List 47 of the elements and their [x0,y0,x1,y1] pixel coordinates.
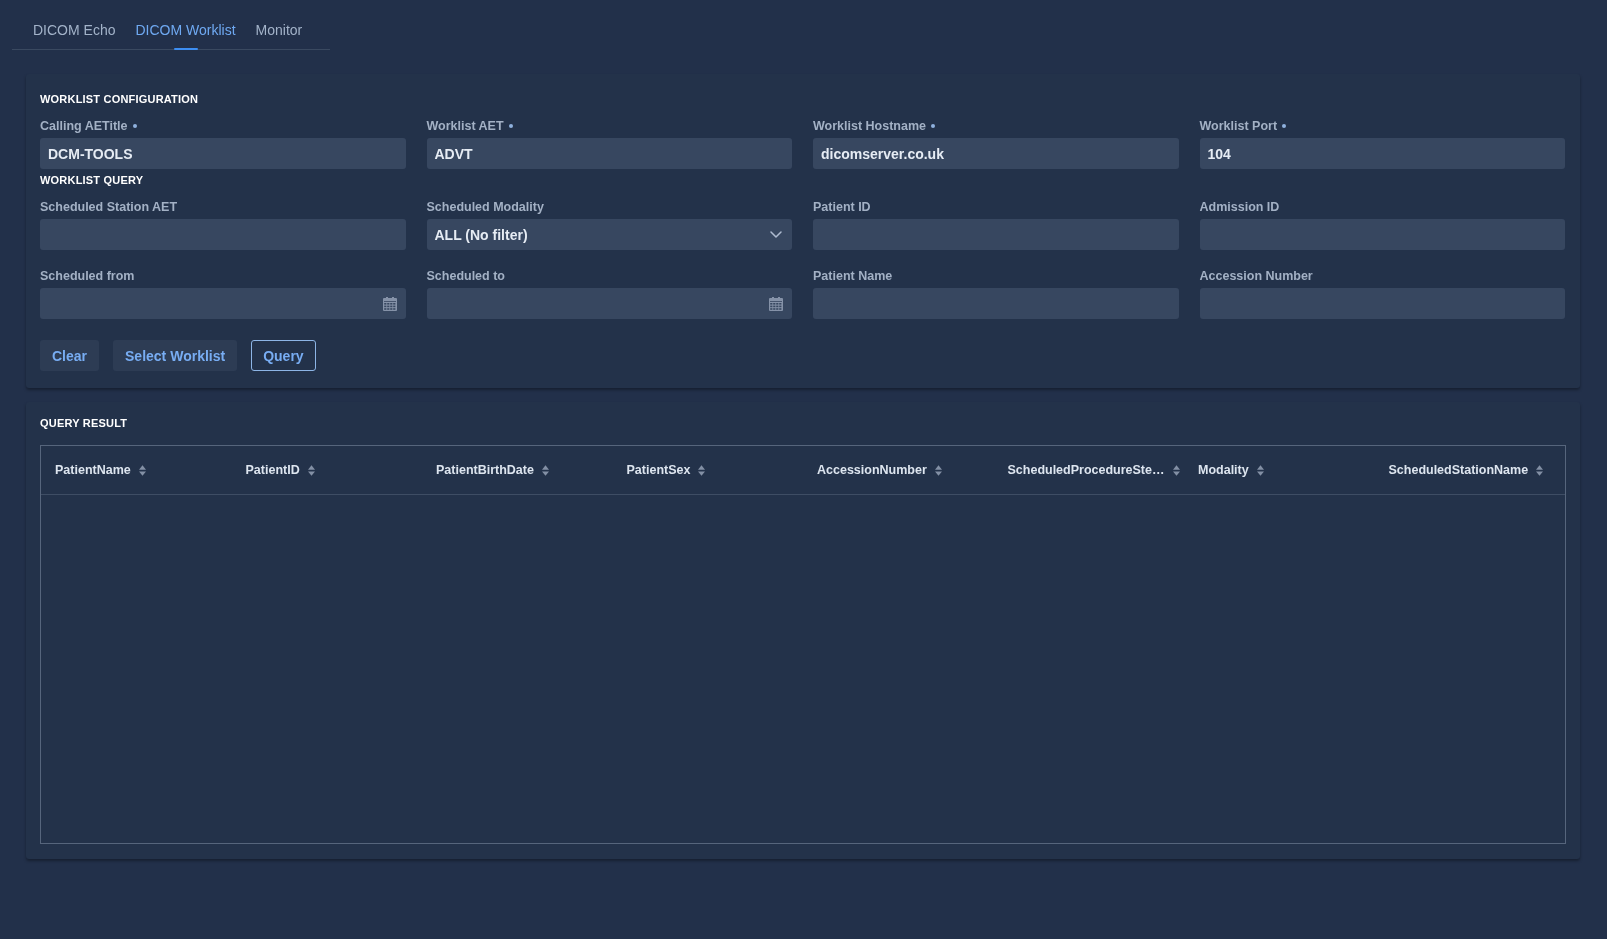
text-field[interactable]: dicomserver.co.uk [813,138,1179,169]
action-button[interactable]: Clear [40,340,100,371]
field-label: Scheduled Station AET [40,200,178,214]
sort-icon [138,464,146,476]
sort-icon [934,464,942,476]
field-label: Worklist Hostname [813,119,926,133]
tab[interactable]: Monitor [245,12,313,49]
dropdown-field[interactable]: ALL (No filter) [426,219,792,250]
field-label: Scheduled Modality [426,200,544,214]
sort-icon [307,464,315,476]
field-label: Patient Name [813,269,893,283]
tab[interactable]: DICOM Echo [23,12,126,49]
text-field[interactable]: DCM-TOOLS [40,138,406,169]
sort-icon [1256,464,1264,476]
section-heading: QUERY RESULT [40,416,128,430]
column-header[interactable]: Modality [1184,446,1375,494]
column-header[interactable]: PatientSex [612,446,803,494]
field-label: Patient ID [813,200,871,214]
field-label: Worklist Port [1199,119,1278,133]
text-field[interactable]: 104 [1199,138,1565,169]
field-label: Scheduled to [426,269,505,283]
section-heading: WORKLIST QUERY [40,173,144,187]
date-field[interactable] [426,288,792,319]
sort-icon [1172,464,1180,476]
section-heading: WORKLIST CONFIGURATION [40,92,199,106]
date-field[interactable] [40,288,406,319]
column-header[interactable]: PatientName [41,446,232,494]
column-header[interactable]: ScheduledProcedureSte… [993,446,1184,494]
chevron-down-icon [770,231,782,238]
tab[interactable]: DICOM Worklist [125,12,246,49]
sort-icon [1536,464,1544,476]
sort-icon [541,464,549,476]
column-header[interactable]: ScheduledStationName [1374,446,1565,494]
calendar-icon [769,296,783,311]
field-label: Admission ID [1199,200,1280,214]
column-header[interactable]: AccessionNumber [803,446,994,494]
field-label: Calling AETitle [40,119,128,133]
text-field[interactable]: ADVT [426,138,792,169]
field-label: Scheduled from [40,269,135,283]
action-button[interactable]: Select Worklist [113,340,238,371]
field-label: Accession Number [1199,269,1313,283]
sort-icon [698,464,706,476]
field-label: Worklist AET [426,119,504,133]
action-button[interactable]: Query [251,340,316,371]
column-header[interactable]: PatientID [231,446,422,494]
column-header[interactable]: PatientBirthDate [422,446,613,494]
calendar-icon [382,296,397,311]
